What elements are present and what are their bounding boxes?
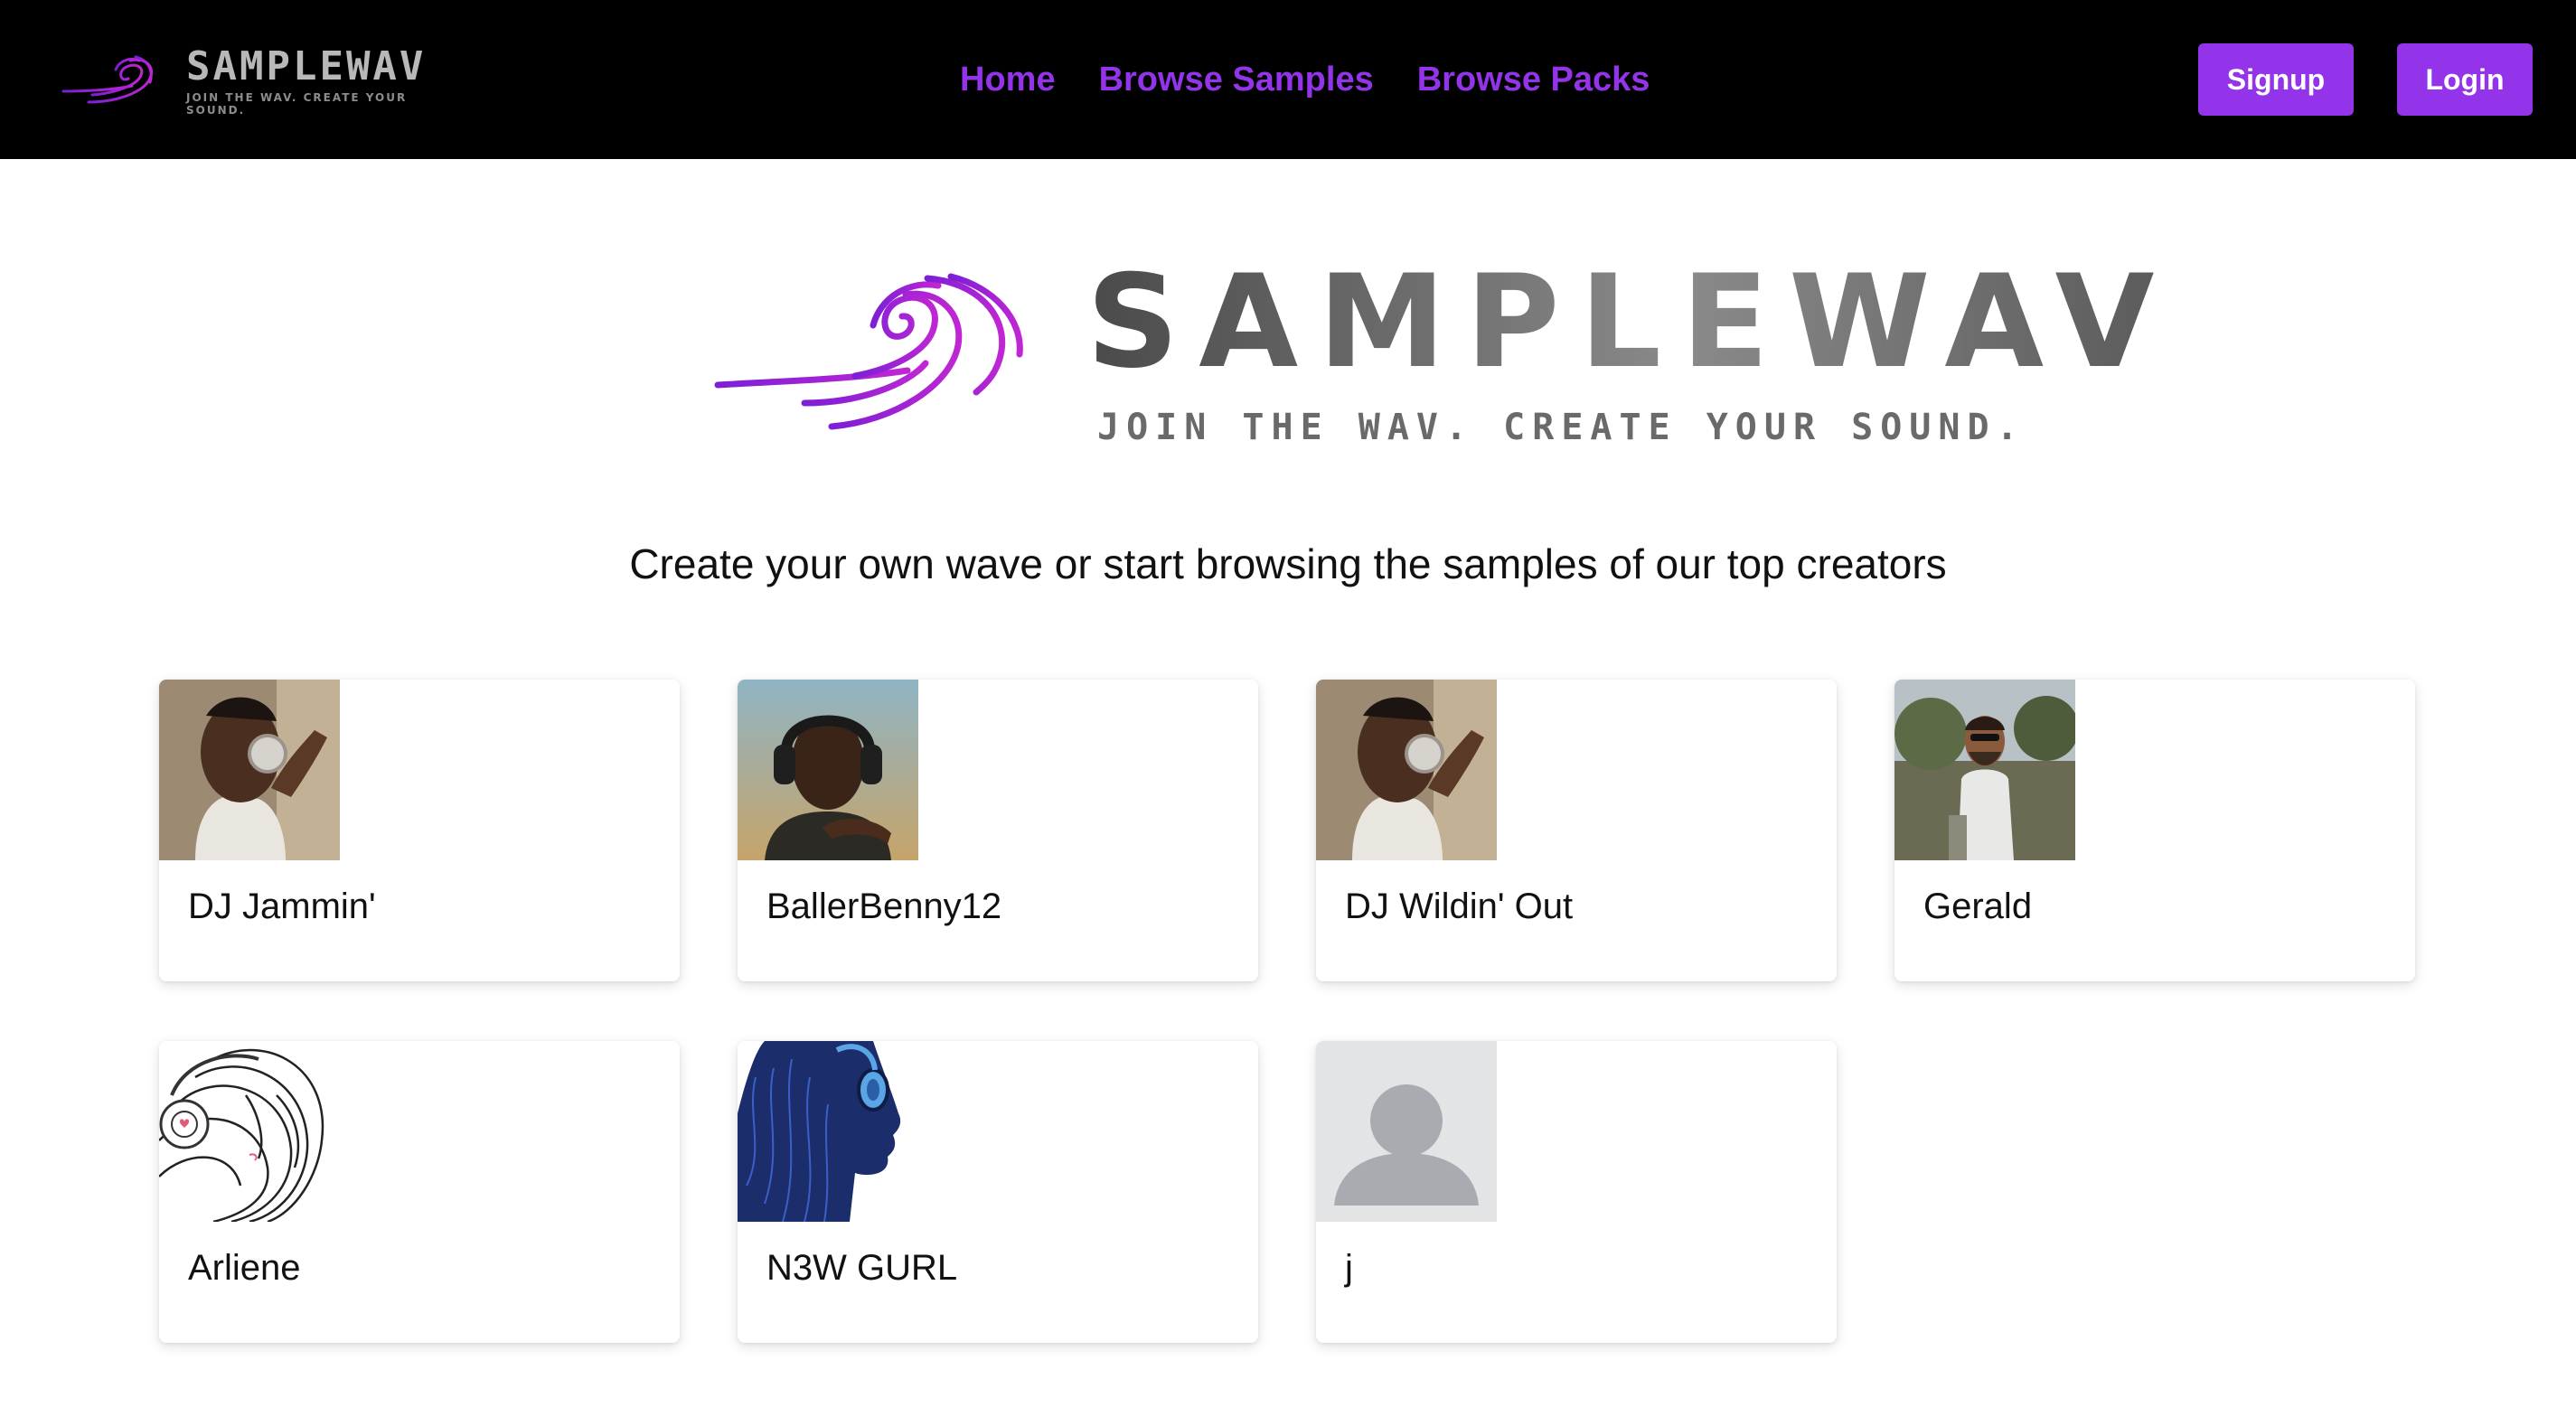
creator-card[interactable]: DJ Wildin' Out [1316, 680, 1837, 981]
man-headphones-photo-icon [159, 680, 340, 860]
creator-name: N3W GURL [766, 1248, 958, 1288]
creator-name: Gerald [1923, 887, 2033, 926]
creator-name: BallerBenny12 [766, 887, 1002, 926]
nav-logo-name: SAMPLEWAV [186, 43, 427, 89]
wave-logo-icon [61, 55, 153, 104]
creator-avatar [1894, 680, 2075, 860]
nav-logo-tagline: JOIN THE WAV. CREATE YOUR SOUND. [186, 91, 408, 117]
creator-card[interactable]: DJ Jammin' [159, 680, 680, 981]
hero-logo-tagline: JOIN THE WAV. CREATE YOUR SOUND. [1097, 407, 2026, 448]
default-user-placeholder-icon [1316, 1041, 1497, 1222]
sketch-woman-headphones-icon [159, 1041, 340, 1222]
creator-name: j [1345, 1248, 1353, 1288]
creator-card[interactable]: N3W GURL [738, 1041, 1258, 1343]
man-headphones-photo-icon [1316, 680, 1497, 860]
man-outdoors-photo-icon [1894, 680, 2075, 860]
nav-link-browse-samples[interactable]: Browse Samples [1099, 54, 1374, 105]
creator-avatar [1316, 1041, 1497, 1222]
nav-link-browse-packs[interactable]: Browse Packs [1417, 54, 1650, 105]
creator-avatar [159, 1041, 340, 1222]
hero-subtitle: Create your own wave or start browsing t… [629, 540, 1947, 587]
creator-avatar [1316, 680, 1497, 860]
hero-logo: SAMPLEWAV JOIN THE WAV. CREATE YOUR SOUN… [714, 255, 2154, 461]
navbar: SAMPLEWAV JOIN THE WAV. CREATE YOUR SOUN… [0, 0, 2576, 159]
creator-name: DJ Jammin' [188, 887, 376, 926]
man-headphones-photo-icon [738, 680, 918, 860]
creator-avatar [738, 680, 918, 860]
creator-card[interactable]: Gerald [1894, 680, 2415, 981]
creator-card[interactable]: j [1316, 1041, 1837, 1343]
main-nav: Home Browse Samples Browse Packs [960, 54, 1650, 105]
creator-avatar [738, 1041, 918, 1222]
creator-card[interactable]: BallerBenny12 [738, 680, 1258, 981]
wave-logo-icon [714, 273, 1023, 430]
signup-button[interactable]: Signup [2198, 43, 2354, 116]
silhouette-woman-headphones-icon [738, 1041, 918, 1222]
nav-logo[interactable]: SAMPLEWAV JOIN THE WAV. CREATE YOUR SOUN… [61, 46, 441, 117]
creator-card[interactable]: Arliene [159, 1041, 680, 1343]
hero-logo-name: SAMPLEWAV [1086, 248, 2175, 397]
creator-name: Arliene [188, 1248, 301, 1288]
creator-name: DJ Wildin' Out [1345, 887, 1574, 926]
nav-link-home[interactable]: Home [960, 54, 1056, 105]
login-button[interactable]: Login [2397, 43, 2533, 116]
nav-wordmark: SAMPLEWAV JOIN THE WAV. CREATE YOUR SOUN… [186, 46, 441, 117]
creator-avatar [159, 680, 340, 860]
